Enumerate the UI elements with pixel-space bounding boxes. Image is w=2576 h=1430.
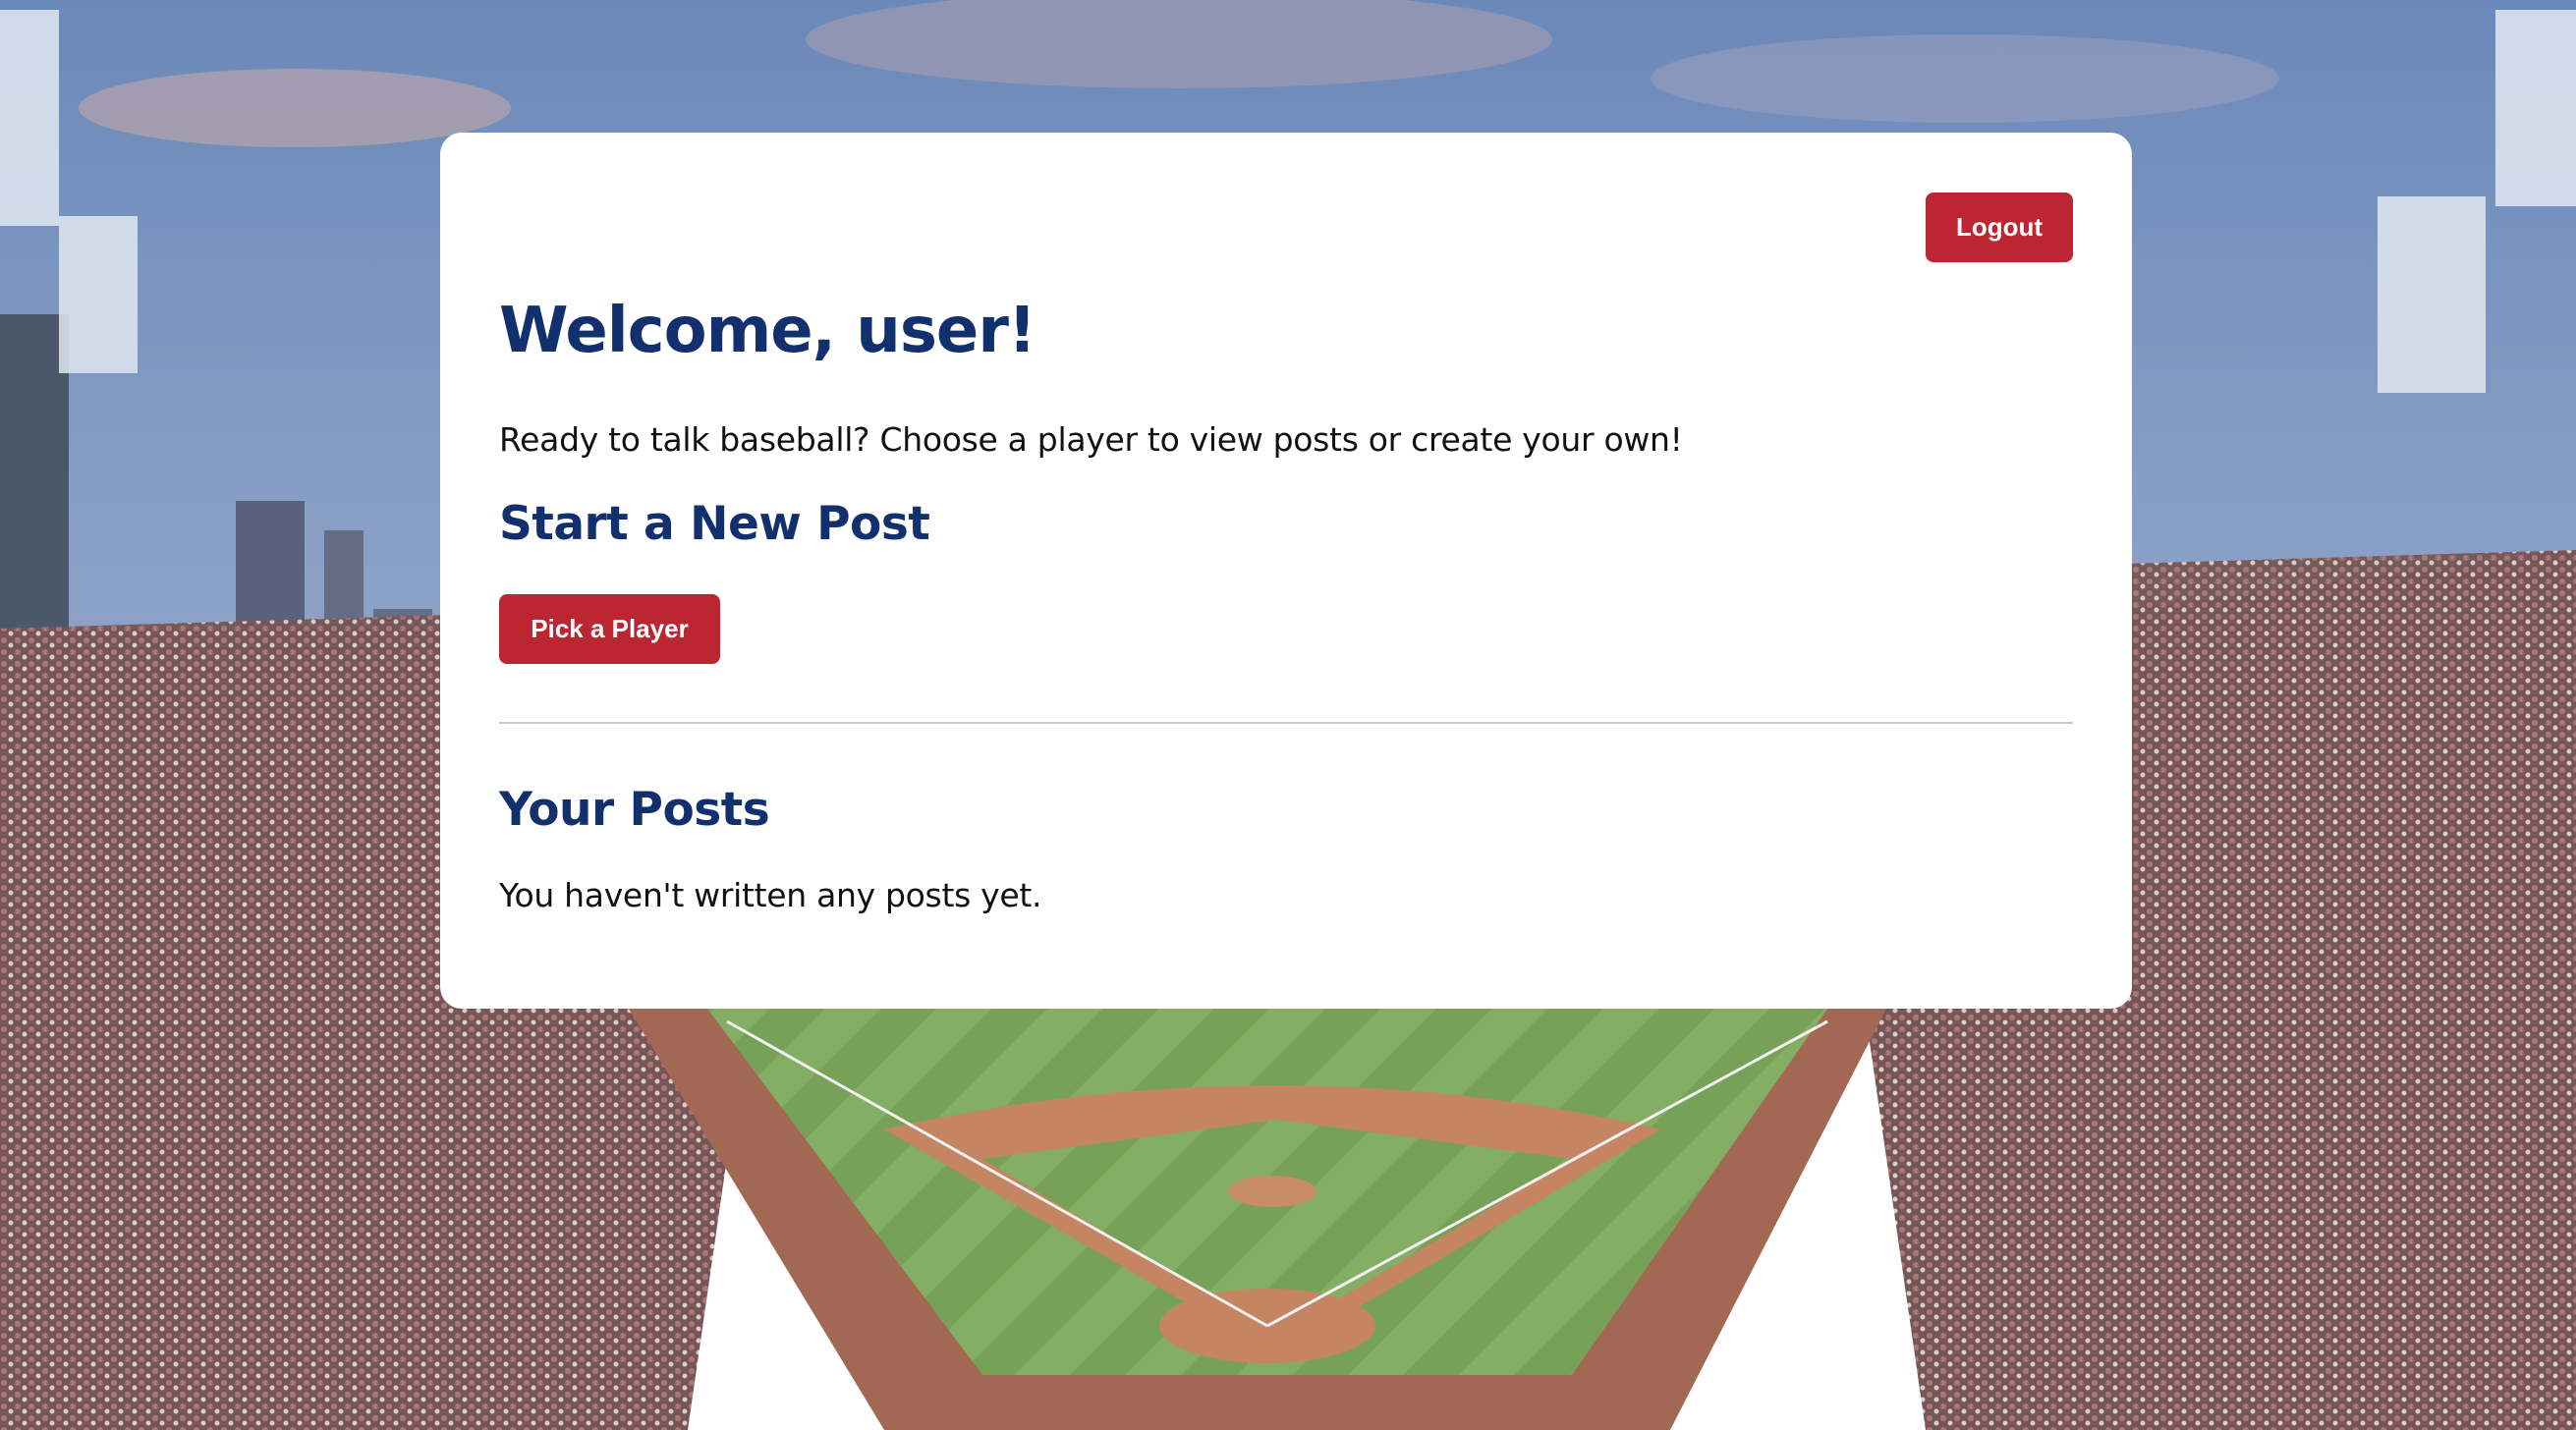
section-divider <box>499 722 2073 724</box>
no-posts-message: You haven't written any posts yet. <box>499 876 1042 914</box>
your-posts-heading: Your Posts <box>499 783 770 837</box>
dashboard-card: Logout Welcome, user! Ready to talk base… <box>440 133 2132 1009</box>
start-new-post-heading: Start a New Post <box>499 497 930 551</box>
intro-text: Ready to talk baseball? Choose a player … <box>499 420 1683 459</box>
welcome-heading: Welcome, user! <box>499 295 1036 367</box>
logout-button[interactable]: Logout <box>1926 192 2073 262</box>
pick-a-player-button[interactable]: Pick a Player <box>499 594 720 664</box>
